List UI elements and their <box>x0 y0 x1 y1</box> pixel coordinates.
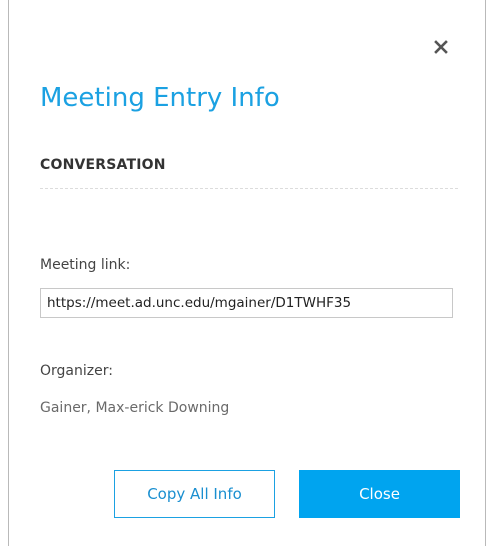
organizer-value: Gainer, Max-erick Downing <box>40 400 230 416</box>
close-icon[interactable] <box>432 38 450 56</box>
meeting-entry-info-dialog: Meeting Entry Info CONVERSATION Meeting … <box>8 0 486 546</box>
close-button[interactable]: Close <box>299 470 460 518</box>
meeting-link-field[interactable] <box>40 288 453 318</box>
dialog-title: Meeting Entry Info <box>40 83 280 113</box>
organizer-label: Organizer: <box>40 363 113 379</box>
copy-all-info-button[interactable]: Copy All Info <box>114 470 275 518</box>
meeting-link-label: Meeting link: <box>40 257 131 273</box>
section-divider <box>40 188 458 189</box>
section-heading-conversation: CONVERSATION <box>40 157 166 173</box>
